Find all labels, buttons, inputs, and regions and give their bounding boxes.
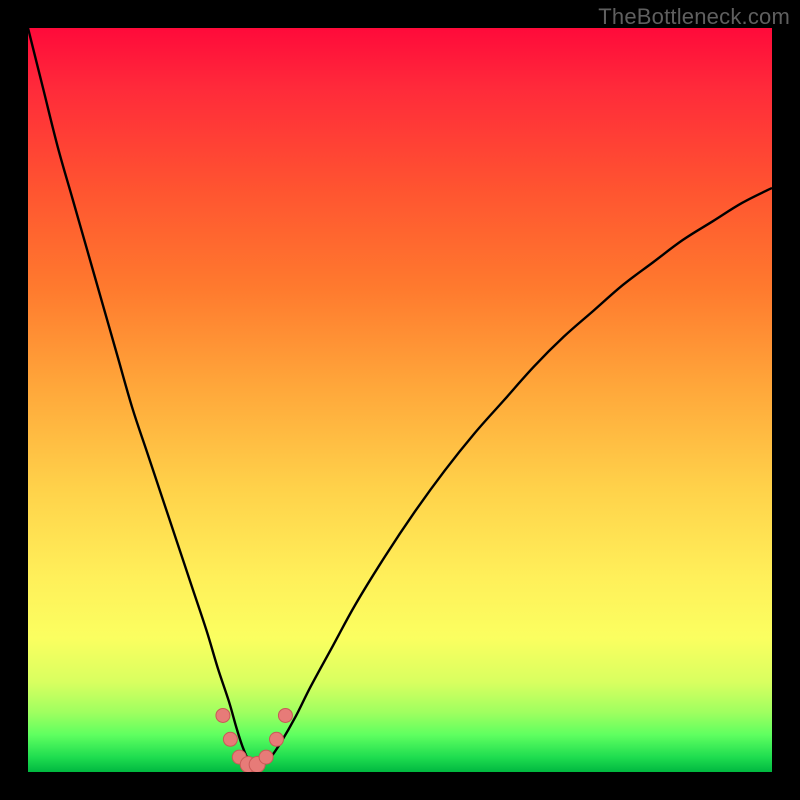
bottleneck-curve [28, 28, 772, 768]
curve-marker [216, 708, 230, 722]
curve-marker [270, 732, 284, 746]
curve-marker [278, 708, 292, 722]
chart-svg [28, 28, 772, 772]
curve-marker [259, 750, 273, 764]
watermark-text: TheBottleneck.com [598, 4, 790, 30]
curve-marker-group [216, 708, 292, 772]
curve-marker [223, 732, 237, 746]
chart-plot-area [28, 28, 772, 772]
